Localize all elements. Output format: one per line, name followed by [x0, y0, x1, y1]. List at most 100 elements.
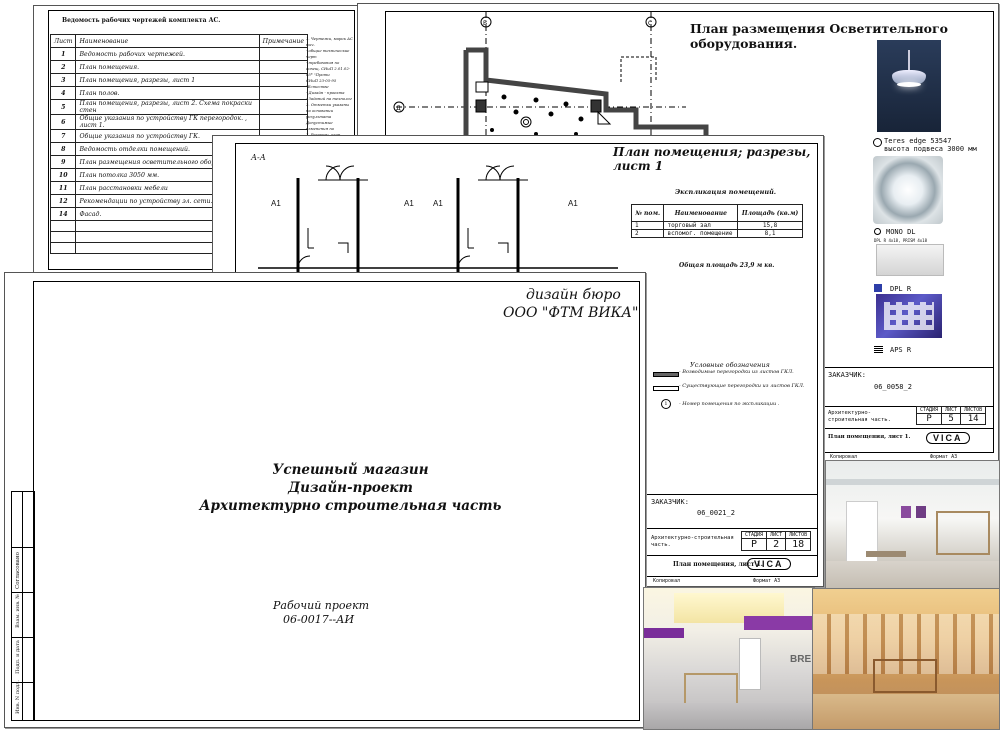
title-line-1: Успешный магазин	[272, 462, 429, 478]
drawing-list-row: 2 План помещения.	[49, 60, 309, 74]
room-name: вспомог. помещение	[663, 229, 739, 238]
customer-label: ЗАКАЗЧИК:	[651, 498, 689, 506]
legend-wall-new-swatch	[653, 372, 679, 377]
title-block: ЗАКАЗЧИК: 06_0021_2 Архитектурно-строите…	[646, 494, 817, 576]
row-name: План помещения.	[75, 60, 260, 74]
item-pendant-desc: высота подвеса 3000 мм	[884, 145, 977, 153]
stage-table: СТАДИЯ ЛИСТ ЛИСТОВ Р 5 14	[915, 406, 987, 425]
downlight-image	[873, 156, 943, 224]
room-num: 1	[630, 221, 665, 230]
explication-table: № пом. Наименование Площадь (кв.м) 1 торг…	[630, 204, 803, 238]
row-num: 14	[49, 207, 77, 221]
legend-item: - Возводимые перегородки из листов ГКЛ.	[679, 369, 794, 375]
company-name: ООО "ФТМ ВИКА"	[503, 305, 639, 321]
pendant-lamp-image	[877, 40, 941, 132]
drawing-list-row: 6 Общие указания по устройству ГК перегор…	[49, 114, 309, 130]
item-downlight-label: MONO DL	[886, 228, 916, 236]
row-note	[258, 86, 309, 100]
row-num: 3	[49, 73, 77, 87]
row-num: 11	[49, 181, 77, 195]
project-title: Успешный магазин Дизайн-проект Архитекту…	[33, 461, 638, 515]
row-note	[258, 60, 309, 74]
render-photo-white-shop	[825, 460, 1000, 590]
explication-title: Экспликация помещений.	[675, 188, 777, 196]
symbol-pendant-icon	[873, 138, 882, 147]
total-area: Общая площадь 23,9 м кв.	[679, 262, 775, 269]
symbol-downlight-icon	[874, 228, 881, 235]
row-num: 5	[49, 99, 77, 115]
col-num: Лист	[49, 34, 77, 48]
note-line: на основании результата	[306, 108, 334, 119]
title-line-3: Архитектурно строительная часть	[199, 498, 502, 514]
bureau-label: дизайн бюро	[526, 287, 621, 303]
room-name: торговый зал	[663, 221, 739, 230]
legend-item: - Существующие перегородки из листов ГКЛ…	[679, 383, 805, 389]
item-louver-label: APS R	[890, 346, 912, 354]
row-note	[258, 114, 309, 130]
sheet-cover[interactable]: дизайн бюро ООО "ФТМ ВИКА" Успешный мага…	[4, 272, 646, 728]
section-name: Архитектурно-строительная часть.	[828, 410, 891, 423]
row-num: 7	[49, 129, 77, 143]
row-num: 9	[49, 155, 77, 169]
note-line: СНиП 23-05-95 "Естестве	[306, 78, 337, 89]
row-note	[258, 73, 309, 87]
stage-table: СТАДИЯ ЛИСТ ЛИСТОВ Р 2 18	[740, 531, 812, 551]
item-panel-label: DPL R	[890, 285, 912, 293]
title-line-2: Дизайн-проект	[288, 480, 413, 496]
customer-code: 06_0021_2	[697, 509, 735, 517]
strip-label: Подп. и дата	[15, 640, 21, 674]
vica-logo: VICA	[926, 432, 970, 444]
symbol-louver-icon	[874, 345, 883, 353]
approval-strip: Согласовано Взам. инв. № Подп. и дата Ин…	[11, 491, 35, 721]
row-name: План полов.	[75, 86, 260, 100]
room-area: 15,8	[737, 221, 803, 230]
project-type: Рабочий проект	[273, 599, 370, 612]
symbol-panel-icon	[874, 284, 882, 292]
drawing-list-row: 3 План помещения, разрезы, лист 1	[49, 73, 309, 87]
drawing-list-row: 5 План помещения, разрезы, лист 2. Схема …	[49, 99, 309, 115]
section-drawings	[258, 165, 618, 278]
row-num: 12	[49, 194, 77, 208]
svg-text:С: С	[648, 20, 652, 27]
svg-text:Д: Д	[396, 105, 401, 112]
a1-mark: А1	[404, 199, 414, 208]
plan-name: План помещения, лист 1.	[828, 434, 911, 440]
row-num: 1	[49, 47, 77, 61]
col-name: Наименование	[75, 34, 260, 48]
col-note: Примечание	[258, 34, 309, 48]
row-name: Общие указания по устройству ГК перегоро…	[75, 114, 260, 130]
row-num: 2	[49, 60, 77, 74]
strip-label: Инв. N подл.	[15, 680, 21, 714]
vica-logo: VICA	[747, 558, 791, 570]
room-num: 2	[630, 229, 665, 238]
strip-label: Взам. инв. №	[15, 594, 21, 628]
item-panel-note: DPL R 4x18, PRISM 4x18	[874, 238, 927, 243]
a1-mark: А1	[568, 199, 578, 208]
legend-wall-existing-swatch	[653, 386, 679, 391]
drawing-list-row: 1 Ведомость рабочих чертежей.	[49, 47, 309, 61]
legend-room-mark-icon: 1	[661, 399, 671, 409]
explication-row: 2 вспомог. помещение 8,1	[630, 229, 803, 238]
item-pendant-code: Teres edge 53547	[884, 137, 952, 145]
floor-plan-drawing: Б С Д	[393, 12, 709, 142]
note-line: 1. Чертежи, марок АС выч.	[306, 36, 353, 47]
title-block: ЗАКАЗЧИК: 06_0058_2 Архитектурно-строите…	[823, 367, 993, 452]
customer-label: ЗАКАЗЧИК:	[828, 371, 866, 379]
row-num: 10	[49, 168, 77, 182]
copied-label: Копировал	[653, 578, 681, 584]
row-name: Ведомость рабочих чертежей.	[75, 47, 260, 61]
row-note	[258, 99, 309, 115]
note-line: - требования по освещ. СНиП 2.01.02-85* …	[306, 60, 351, 77]
drawing-list-row: 4 План полов.	[49, 86, 309, 100]
explication-row: 1 торговый зал 15,8	[630, 221, 803, 230]
customer-code: 06_0058_2	[874, 383, 912, 391]
drawing-list-title: Ведомость рабочих чертежей комплекта АС.	[62, 17, 221, 24]
note-line: Допустимые изменения по	[306, 120, 335, 131]
format-label: Формат А3	[753, 578, 781, 584]
a1-mark: А1	[271, 199, 281, 208]
render-photo-purple-shop: BRE	[643, 587, 815, 730]
legend-title: Условные обозначения	[690, 361, 770, 369]
a1-mark: А1	[433, 199, 443, 208]
legend-item: - Номер помещения по экспликации .	[679, 401, 780, 407]
louver-light-image	[876, 294, 942, 338]
